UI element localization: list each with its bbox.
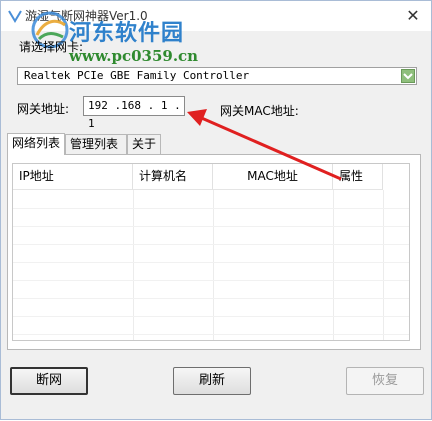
watermark-title: 河东软件园 [69, 20, 185, 46]
gateway-label: 网关地址: [17, 102, 70, 116]
grid-line [383, 190, 384, 340]
grid-line [13, 208, 409, 209]
network-list-panel: IP地址 计算机名 MAC地址 属性 [7, 154, 421, 350]
grid-line [13, 226, 409, 227]
tab-network-list[interactable]: 网络列表 [7, 133, 65, 155]
disconnect-button[interactable]: 断网 [10, 367, 88, 395]
restore-button[interactable]: 恢复 [346, 367, 424, 395]
tab-about[interactable]: 关于 [127, 134, 161, 154]
grid-line [13, 334, 409, 335]
chevron-down-icon[interactable] [401, 69, 415, 83]
watermark-url: www.pc0359.cn [69, 47, 199, 65]
grid-line [13, 316, 409, 317]
gateway-mac-label: 网关MAC地址: [220, 104, 299, 118]
grid-line [333, 190, 334, 340]
network-list-table[interactable]: IP地址 计算机名 MAC地址 属性 [12, 163, 410, 341]
grid-line [213, 190, 214, 340]
column-header-ip[interactable]: IP地址 [13, 164, 133, 190]
column-header-mac[interactable]: MAC地址 [213, 164, 333, 190]
close-button[interactable]: ✕ [401, 5, 425, 27]
watermark: 河东软件园 www.pc0359.cn [29, 3, 289, 67]
refresh-button[interactable]: 刷新 [173, 367, 251, 395]
column-header-hostname[interactable]: 计算机名 [133, 164, 213, 190]
grid-line [13, 244, 409, 245]
nic-select-value: Realtek PCIe GBE Family Controller [24, 69, 250, 82]
gateway-ip-input[interactable]: 192 .168 . 1 . 1 [83, 96, 185, 130]
app-icon [8, 10, 22, 23]
app-window: 游湿气断网神器Ver1.0 ✕ 河东软件园 www.pc0359.cn 请选择网… [0, 0, 432, 420]
grid-line [13, 280, 409, 281]
tab-manage-list[interactable]: 管理列表 [65, 134, 127, 154]
nic-label: 请选择网卡: [19, 40, 84, 54]
grid-line [133, 190, 134, 340]
grid-line [13, 262, 409, 263]
nic-select[interactable]: Realtek PCIe GBE Family Controller [17, 67, 417, 85]
grid-line [13, 298, 409, 299]
column-header-attribute[interactable]: 属性 [333, 164, 383, 190]
